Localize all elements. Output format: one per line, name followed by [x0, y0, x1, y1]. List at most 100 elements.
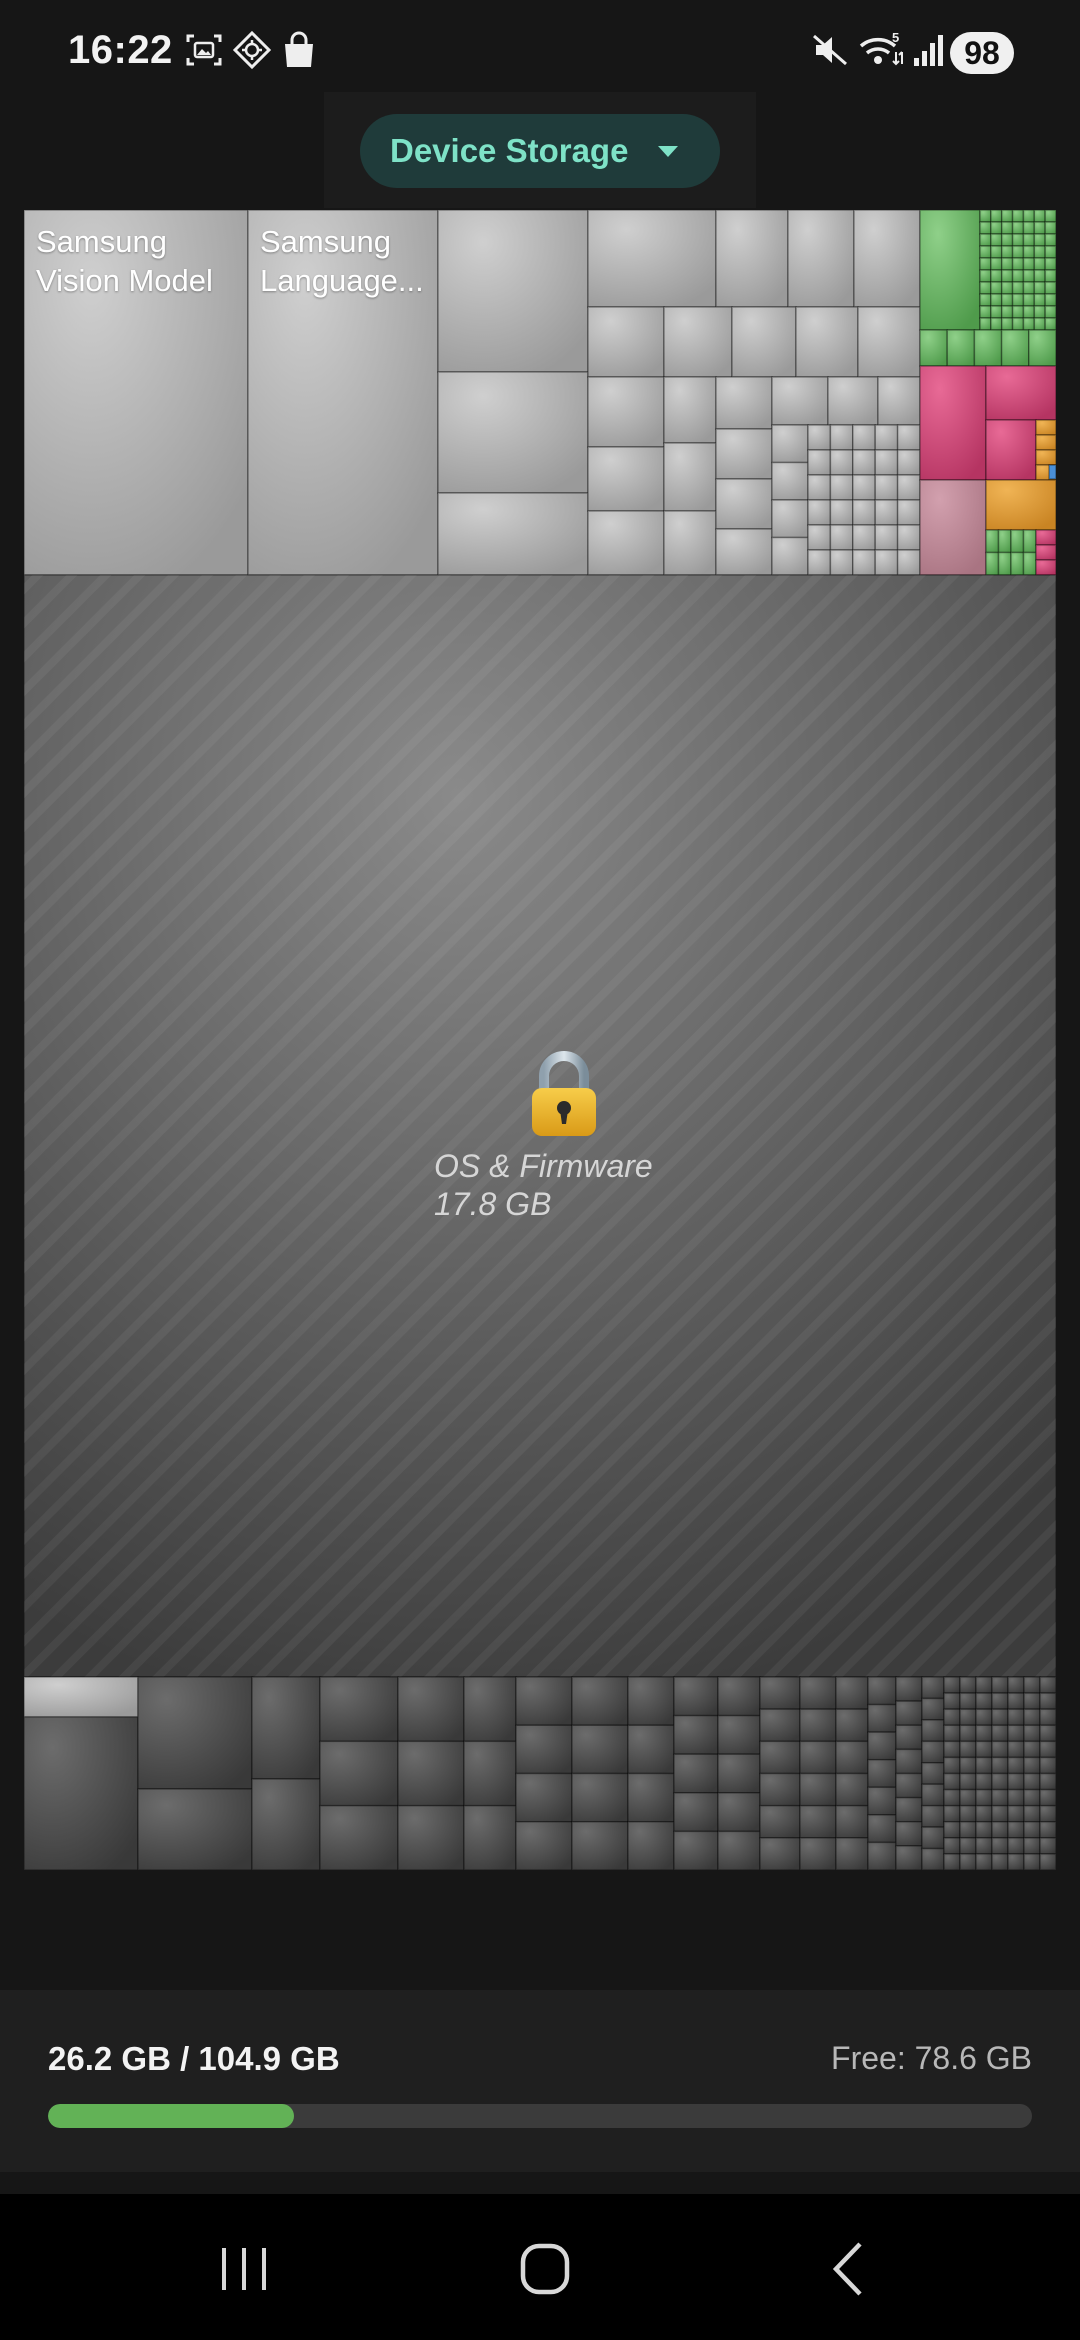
treemap-tile[interactable]: [990, 269, 1003, 283]
treemap-tile[interactable]: [921, 1783, 945, 1807]
treemap-tile[interactable]: [251, 1778, 321, 1870]
treemap-tile[interactable]: [1011, 317, 1025, 331]
treemap-tile[interactable]: [1007, 1692, 1025, 1710]
treemap-tile[interactable]: [807, 424, 832, 451]
treemap-tile[interactable]: [874, 474, 899, 501]
treemap-tile[interactable]: [895, 1724, 923, 1751]
treemap-tile[interactable]: [895, 1796, 923, 1823]
treemap-tile[interactable]: [895, 1676, 923, 1702]
treemap-tile[interactable]: [979, 317, 992, 331]
treemap-tile[interactable]: [571, 1821, 629, 1870]
treemap-tile[interactable]: [979, 293, 992, 307]
treemap-tile[interactable]: [979, 257, 992, 271]
treemap-tile[interactable]: [717, 1676, 761, 1717]
treemap-tile[interactable]: [1000, 269, 1014, 283]
treemap-tile[interactable]: [874, 449, 899, 476]
treemap-tile[interactable]: [943, 1772, 961, 1791]
treemap-tile[interactable]: [896, 424, 921, 451]
treemap-tile[interactable]: [959, 1821, 977, 1839]
treemap-tile[interactable]: [397, 1740, 465, 1807]
treemap-tile[interactable]: [835, 1676, 869, 1710]
treemap-tile[interactable]: [1035, 419, 1056, 436]
treemap-tile[interactable]: [1000, 293, 1014, 307]
treemap-tile[interactable]: [895, 1821, 923, 1847]
treemap-tile[interactable]: [759, 1804, 801, 1839]
treemap-tile[interactable]: [979, 305, 992, 319]
treemap-tile[interactable]: [852, 524, 876, 551]
treemap-tile[interactable]: [1023, 1740, 1041, 1759]
treemap-tile[interactable]: [959, 1756, 977, 1775]
treemap-tile[interactable]: [1011, 221, 1025, 235]
treemap-tile[interactable]: [807, 524, 832, 551]
treemap-tile[interactable]: [959, 1692, 977, 1710]
treemap-tile[interactable]: [921, 1719, 945, 1743]
treemap-tile[interactable]: [985, 365, 1056, 421]
treemap-tile[interactable]: [896, 474, 921, 501]
treemap-tile[interactable]: [1033, 233, 1046, 247]
treemap-tile[interactable]: [319, 1804, 399, 1870]
treemap-tile[interactable]: [515, 1821, 573, 1870]
treemap-tile[interactable]: [1023, 1788, 1041, 1807]
treemap-tile[interactable]: [990, 305, 1003, 319]
treemap-tile[interactable]: [799, 1772, 837, 1807]
treemap-tile[interactable]: [1035, 449, 1056, 466]
treemap-tile[interactable]: [829, 524, 854, 551]
treemap-canvas[interactable]: [24, 210, 1056, 1870]
treemap-tile[interactable]: [975, 1804, 993, 1823]
treemap-tile[interactable]: [1039, 1837, 1056, 1855]
treemap-tile[interactable]: [799, 1708, 837, 1743]
treemap-tile[interactable]: [1000, 317, 1014, 331]
treemap-tile[interactable]: [1033, 221, 1046, 235]
treemap-tile[interactable]: [1044, 257, 1056, 271]
treemap-tile[interactable]: [1044, 281, 1056, 295]
treemap-tile[interactable]: [1033, 269, 1046, 283]
treemap-tile[interactable]: [1039, 1692, 1056, 1710]
treemap-tile[interactable]: [895, 1748, 923, 1775]
treemap-tile[interactable]: [673, 1792, 719, 1833]
treemap-tile[interactable]: [990, 293, 1003, 307]
treemap-tile[interactable]: [1007, 1708, 1025, 1726]
treemap-tile[interactable]: [943, 1740, 961, 1759]
treemap-tile[interactable]: [943, 1756, 961, 1775]
treemap-tile[interactable]: [759, 1772, 801, 1807]
treemap-tile[interactable]: [1000, 245, 1014, 259]
treemap-tile[interactable]: [1023, 1692, 1041, 1710]
treemap-tile[interactable]: [571, 1772, 629, 1823]
treemap-tile[interactable]: [627, 1724, 675, 1775]
treemap-tile[interactable]: [997, 551, 1012, 576]
treemap-tile[interactable]: [1007, 1804, 1025, 1823]
treemap-tile[interactable]: [874, 499, 899, 526]
treemap-tile[interactable]: [975, 1708, 993, 1726]
treemap-tile[interactable]: [943, 1692, 961, 1710]
treemap-tile[interactable]: [137, 1788, 253, 1870]
treemap-tile[interactable]: [799, 1676, 837, 1710]
treemap-tile[interactable]: [827, 376, 879, 426]
treemap-tile[interactable]: [1023, 1837, 1041, 1855]
treemap-tile[interactable]: [829, 474, 854, 501]
back-icon[interactable]: [808, 2234, 888, 2304]
treemap-tile[interactable]: [1000, 305, 1014, 319]
treemap-tile[interactable]: [874, 424, 899, 451]
treemap-tile[interactable]: [835, 1740, 869, 1775]
storage-selector-dropdown[interactable]: Device Storage: [360, 114, 720, 188]
treemap-tile[interactable]: [985, 529, 1000, 554]
treemap-tile[interactable]: [571, 1724, 629, 1775]
treemap-tile[interactable]: [1011, 281, 1025, 295]
treemap-tile[interactable]: [959, 1853, 977, 1870]
treemap-tile[interactable]: [515, 1772, 573, 1823]
tile-pink-app[interactable]: [919, 365, 987, 481]
treemap-tile[interactable]: [867, 1731, 897, 1761]
treemap-tile[interactable]: [627, 1676, 675, 1726]
treemap-tile[interactable]: [1022, 210, 1036, 223]
treemap-tile[interactable]: [515, 1724, 573, 1775]
treemap-tile[interactable]: [1007, 1740, 1025, 1759]
treemap-tile[interactable]: [1044, 210, 1056, 223]
treemap-tile[interactable]: [867, 1841, 897, 1870]
treemap-tile[interactable]: [997, 529, 1012, 554]
treemap-tile[interactable]: [673, 1714, 719, 1755]
treemap-tile[interactable]: [807, 549, 832, 576]
treemap-tile[interactable]: [1007, 1772, 1025, 1791]
recents-icon[interactable]: [204, 2234, 284, 2304]
treemap-tile[interactable]: [1011, 293, 1025, 307]
treemap-tile[interactable]: [771, 376, 829, 426]
